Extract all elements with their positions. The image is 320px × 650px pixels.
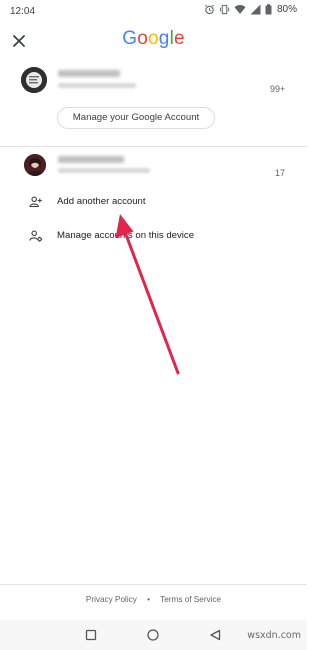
add-another-account-row[interactable]: Add another account xyxy=(0,188,307,218)
logo-letter: e xyxy=(173,28,185,49)
system-nav-bar: wsxdn.com xyxy=(0,620,307,650)
redacted-account-email xyxy=(58,83,136,88)
manage-accounts-row[interactable]: Manage accounts on this device xyxy=(0,222,307,252)
footer: Privacy Policy • Terms of Service xyxy=(0,595,307,604)
add-person-icon xyxy=(29,196,42,208)
avatar-image xyxy=(21,67,47,93)
watermark: wsxdn.com xyxy=(247,630,301,641)
status-icons: 80% xyxy=(204,4,297,15)
manage-accounts-label: Manage accounts on this device xyxy=(57,230,195,241)
recents-button[interactable] xyxy=(84,628,98,642)
redacted-account-name xyxy=(58,156,124,163)
alarm-icon xyxy=(205,4,214,15)
logo-letter: G xyxy=(122,28,138,49)
annotation-arrow xyxy=(115,214,180,375)
manage-accounts-icon xyxy=(29,230,43,242)
status-bar: 12:04 80% xyxy=(0,0,307,24)
footer-separator: • xyxy=(147,595,150,604)
wifi-icon xyxy=(234,5,246,14)
logo-letter: o xyxy=(148,28,159,49)
primary-account-count: 99+ xyxy=(270,84,286,94)
status-time: 12:04 xyxy=(10,6,36,17)
google-logo: Google xyxy=(0,28,307,50)
add-another-account-label: Add another account xyxy=(57,196,146,207)
privacy-policy-link[interactable]: Privacy Policy xyxy=(86,595,137,604)
vibrate-icon xyxy=(219,4,230,15)
signal-icon xyxy=(250,4,261,15)
second-account-count: 17 xyxy=(275,168,286,178)
home-icon xyxy=(147,629,159,641)
redacted-account-name xyxy=(58,70,120,77)
account-divider xyxy=(0,146,307,147)
logo-letter: o xyxy=(137,28,148,49)
battery-percentage: 80% xyxy=(276,4,297,15)
recents-icon xyxy=(85,629,97,641)
manage-google-account-button[interactable]: Manage your Google Account xyxy=(57,107,215,129)
battery-icon xyxy=(265,4,272,15)
terms-of-service-link[interactable]: Terms of Service xyxy=(160,595,221,604)
avatar-image xyxy=(24,154,46,176)
logo-letter: g xyxy=(158,28,170,49)
second-account-avatar[interactable] xyxy=(24,154,46,176)
redacted-account-email xyxy=(58,168,150,173)
home-button[interactable] xyxy=(146,628,160,642)
primary-account-avatar[interactable] xyxy=(21,67,47,93)
back-icon xyxy=(210,629,221,641)
back-button[interactable] xyxy=(208,628,222,642)
footer-divider xyxy=(0,584,307,585)
